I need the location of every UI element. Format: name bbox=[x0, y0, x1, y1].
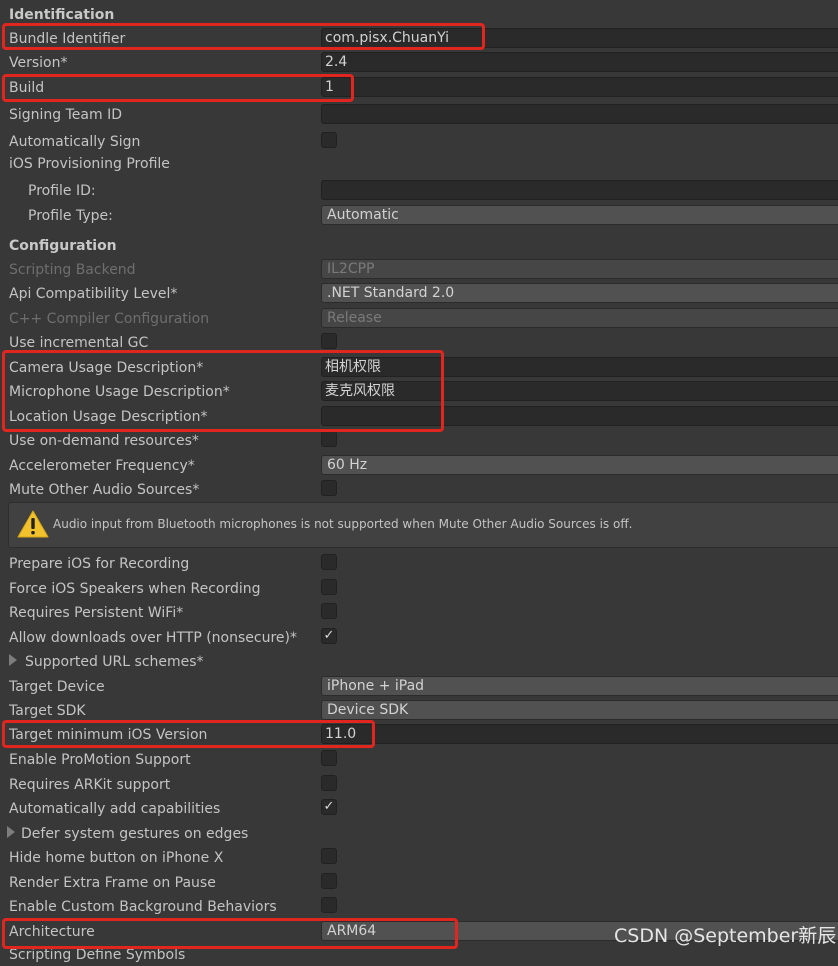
persistent-wifi-label: Requires Persistent WiFi* bbox=[9, 605, 184, 621]
arkit-checkbox[interactable] bbox=[321, 775, 337, 791]
hide-home-checkbox[interactable] bbox=[321, 848, 337, 864]
highlight-architecture bbox=[2, 918, 458, 949]
target-device-label: Target Device bbox=[9, 679, 105, 695]
auto-capabilities-checkbox[interactable]: ✓ bbox=[321, 799, 337, 815]
automatically-sign-checkbox[interactable] bbox=[321, 132, 337, 148]
cpp-compiler-label: C++ Compiler Configuration bbox=[9, 311, 210, 327]
persistent-wifi-checkbox[interactable] bbox=[321, 603, 337, 619]
scripting-backend-label: Scripting Backend bbox=[9, 262, 136, 278]
profile-type-label: Profile Type: bbox=[28, 208, 113, 224]
signing-team-id-field[interactable] bbox=[321, 104, 838, 124]
row-promotion: Enable ProMotion Support bbox=[0, 749, 838, 771]
defer-gestures-label: Defer system gestures on edges bbox=[21, 826, 249, 842]
foldout-arrow-icon[interactable] bbox=[7, 826, 15, 838]
extra-frame-label: Render Extra Frame on Pause bbox=[9, 875, 216, 891]
row-hide-home: Hide home button on iPhone X bbox=[0, 847, 838, 869]
scripting-backend-dropdown: IL2CPP bbox=[321, 259, 838, 279]
extra-frame-checkbox[interactable] bbox=[321, 873, 337, 889]
highlight-build bbox=[2, 74, 354, 102]
allow-http-checkbox[interactable]: ✓ bbox=[321, 628, 337, 644]
row-profile-id: Profile ID: bbox=[0, 180, 838, 202]
allow-http-label: Allow downloads over HTTP (nonsecure)* bbox=[9, 630, 297, 646]
section-configuration: Configuration bbox=[0, 238, 838, 260]
warning-triangle-icon bbox=[17, 510, 49, 538]
row-extra-frame: Render Extra Frame on Pause bbox=[0, 872, 838, 894]
automatically-sign-label: Automatically Sign bbox=[9, 134, 141, 150]
custom-background-checkbox[interactable] bbox=[321, 897, 337, 913]
profile-id-label: Profile ID: bbox=[28, 183, 96, 199]
url-schemes-label: Supported URL schemes* bbox=[25, 654, 204, 670]
row-accelerometer: Accelerometer Frequency* 60 Hz bbox=[0, 455, 838, 477]
promotion-label: Enable ProMotion Support bbox=[9, 752, 191, 768]
row-custom-background: Enable Custom Background Behaviors bbox=[0, 896, 838, 918]
warning-helpbox: Audio input from Bluetooth microphones i… bbox=[8, 502, 838, 548]
row-target-sdk: Target SDK Device SDK bbox=[0, 700, 838, 722]
target-sdk-dropdown[interactable]: Device SDK bbox=[321, 700, 838, 720]
cpp-compiler-dropdown: Release bbox=[321, 308, 838, 328]
highlight-usage-descriptions bbox=[2, 350, 444, 432]
force-speakers-checkbox[interactable] bbox=[321, 579, 337, 595]
row-ios-provisioning-profile: iOS Provisioning Profile bbox=[0, 153, 838, 175]
accelerometer-dropdown[interactable]: 60 Hz bbox=[321, 455, 838, 475]
target-device-dropdown[interactable]: iPhone + iPad bbox=[321, 676, 838, 696]
row-mute-audio: Mute Other Audio Sources* bbox=[0, 479, 838, 501]
hide-home-label: Hide home button on iPhone X bbox=[9, 850, 224, 866]
prepare-recording-label: Prepare iOS for Recording bbox=[9, 556, 190, 572]
row-auto-capabilities: Automatically add capabilities ✓ bbox=[0, 798, 838, 820]
row-force-speakers: Force iOS Speakers when Recording bbox=[0, 578, 838, 600]
min-ios-version-field[interactable]: 11.0 bbox=[321, 724, 838, 744]
arkit-label: Requires ARKit support bbox=[9, 777, 171, 793]
section-title: Configuration bbox=[9, 238, 117, 254]
custom-background-label: Enable Custom Background Behaviors bbox=[9, 899, 277, 915]
on-demand-resources-checkbox[interactable] bbox=[321, 431, 337, 447]
mute-audio-label: Mute Other Audio Sources* bbox=[9, 482, 200, 498]
highlight-bundle-identifier bbox=[2, 23, 485, 50]
highlight-min-ios-version bbox=[2, 720, 375, 748]
section-title: Identification bbox=[9, 7, 115, 23]
profile-type-dropdown[interactable]: Automatic bbox=[321, 205, 838, 225]
version-label: Version* bbox=[9, 55, 68, 71]
auto-capabilities-label: Automatically add capabilities bbox=[9, 801, 221, 817]
row-arkit: Requires ARKit support bbox=[0, 774, 838, 796]
row-target-device: Target Device iPhone + iPad bbox=[0, 676, 838, 698]
row-scripting-backend: Scripting Backend IL2CPP bbox=[0, 259, 838, 281]
target-sdk-label: Target SDK bbox=[9, 703, 86, 719]
row-api-compatibility: Api Compatibility Level* .NET Standard 2… bbox=[0, 283, 838, 305]
prepare-recording-checkbox[interactable] bbox=[321, 554, 337, 570]
row-cpp-compiler: C++ Compiler Configuration Release bbox=[0, 308, 838, 330]
mute-audio-checkbox[interactable] bbox=[321, 480, 337, 496]
promotion-checkbox[interactable] bbox=[321, 750, 337, 766]
force-speakers-label: Force iOS Speakers when Recording bbox=[9, 581, 261, 597]
row-defer-gestures[interactable]: Defer system gestures on edges bbox=[0, 823, 838, 845]
warning-text: Audio input from Bluetooth microphones i… bbox=[53, 517, 633, 531]
row-signing-team-id: Signing Team ID bbox=[0, 104, 838, 126]
watermark: CSDN @September新辰 bbox=[614, 925, 837, 947]
accelerometer-label: Accelerometer Frequency* bbox=[9, 458, 195, 474]
row-url-schemes[interactable]: Supported URL schemes* bbox=[0, 651, 838, 673]
incremental-gc-checkbox[interactable] bbox=[321, 333, 337, 349]
row-version: Version* 2.4 bbox=[0, 52, 838, 74]
foldout-arrow-icon[interactable] bbox=[9, 654, 17, 666]
build-field[interactable]: 1 bbox=[321, 77, 838, 97]
on-demand-resources-label: Use on-demand resources* bbox=[9, 433, 199, 449]
signing-team-id-label: Signing Team ID bbox=[9, 107, 122, 123]
row-on-demand-resources: Use on-demand resources* bbox=[0, 430, 838, 452]
api-compatibility-label: Api Compatibility Level* bbox=[9, 286, 178, 302]
api-compatibility-dropdown[interactable]: .NET Standard 2.0 bbox=[321, 283, 838, 303]
row-persistent-wifi: Requires Persistent WiFi* bbox=[0, 602, 838, 624]
ios-provisioning-profile-label: iOS Provisioning Profile bbox=[9, 156, 170, 172]
profile-id-field[interactable] bbox=[321, 180, 838, 200]
version-field[interactable]: 2.4 bbox=[321, 52, 838, 72]
row-automatically-sign: Automatically Sign bbox=[0, 131, 838, 153]
row-profile-type: Profile Type: Automatic bbox=[0, 205, 838, 227]
row-allow-http: Allow downloads over HTTP (nonsecure)* ✓ bbox=[0, 627, 838, 649]
row-prepare-recording: Prepare iOS for Recording bbox=[0, 553, 838, 575]
